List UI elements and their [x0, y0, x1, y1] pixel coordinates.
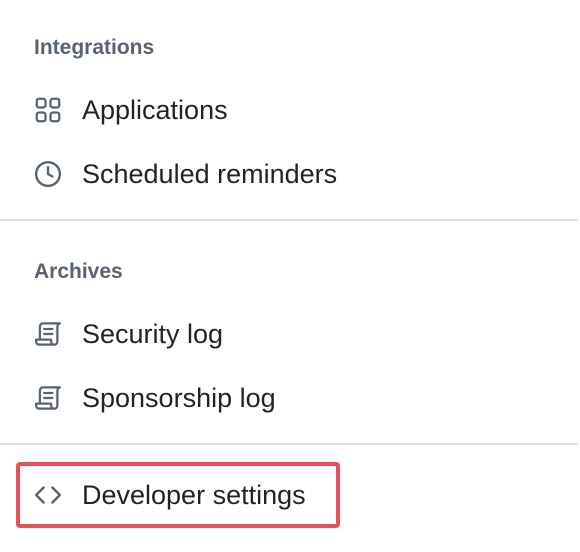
sidebar-item-label: Sponsorship log — [82, 382, 276, 413]
sidebar-item-security-log[interactable]: Security log — [0, 306, 578, 362]
sidebar-item-label: Scheduled reminders — [82, 158, 338, 189]
section-heading-integrations: Integrations — [34, 36, 155, 59]
sidebar-item-label: Developer settings — [82, 479, 306, 510]
sidebar-item-scheduled-reminders[interactable]: Scheduled reminders — [0, 146, 578, 202]
section-heading-archives: Archives — [34, 260, 123, 283]
log-icon — [33, 319, 63, 349]
sidebar-item-developer-settings[interactable]: Developer settings — [0, 467, 578, 523]
sidebar-item-label: Applications — [82, 94, 228, 125]
section-divider — [0, 219, 578, 221]
sidebar-item-sponsorship-log[interactable]: Sponsorship log — [0, 370, 578, 426]
sidebar-item-label: Security log — [82, 318, 224, 349]
apps-icon — [33, 95, 63, 125]
clock-icon — [33, 159, 63, 189]
sidebar-item-applications[interactable]: Applications — [0, 82, 578, 138]
code-icon — [33, 480, 63, 510]
section-divider — [0, 443, 578, 445]
log-icon — [33, 383, 63, 413]
